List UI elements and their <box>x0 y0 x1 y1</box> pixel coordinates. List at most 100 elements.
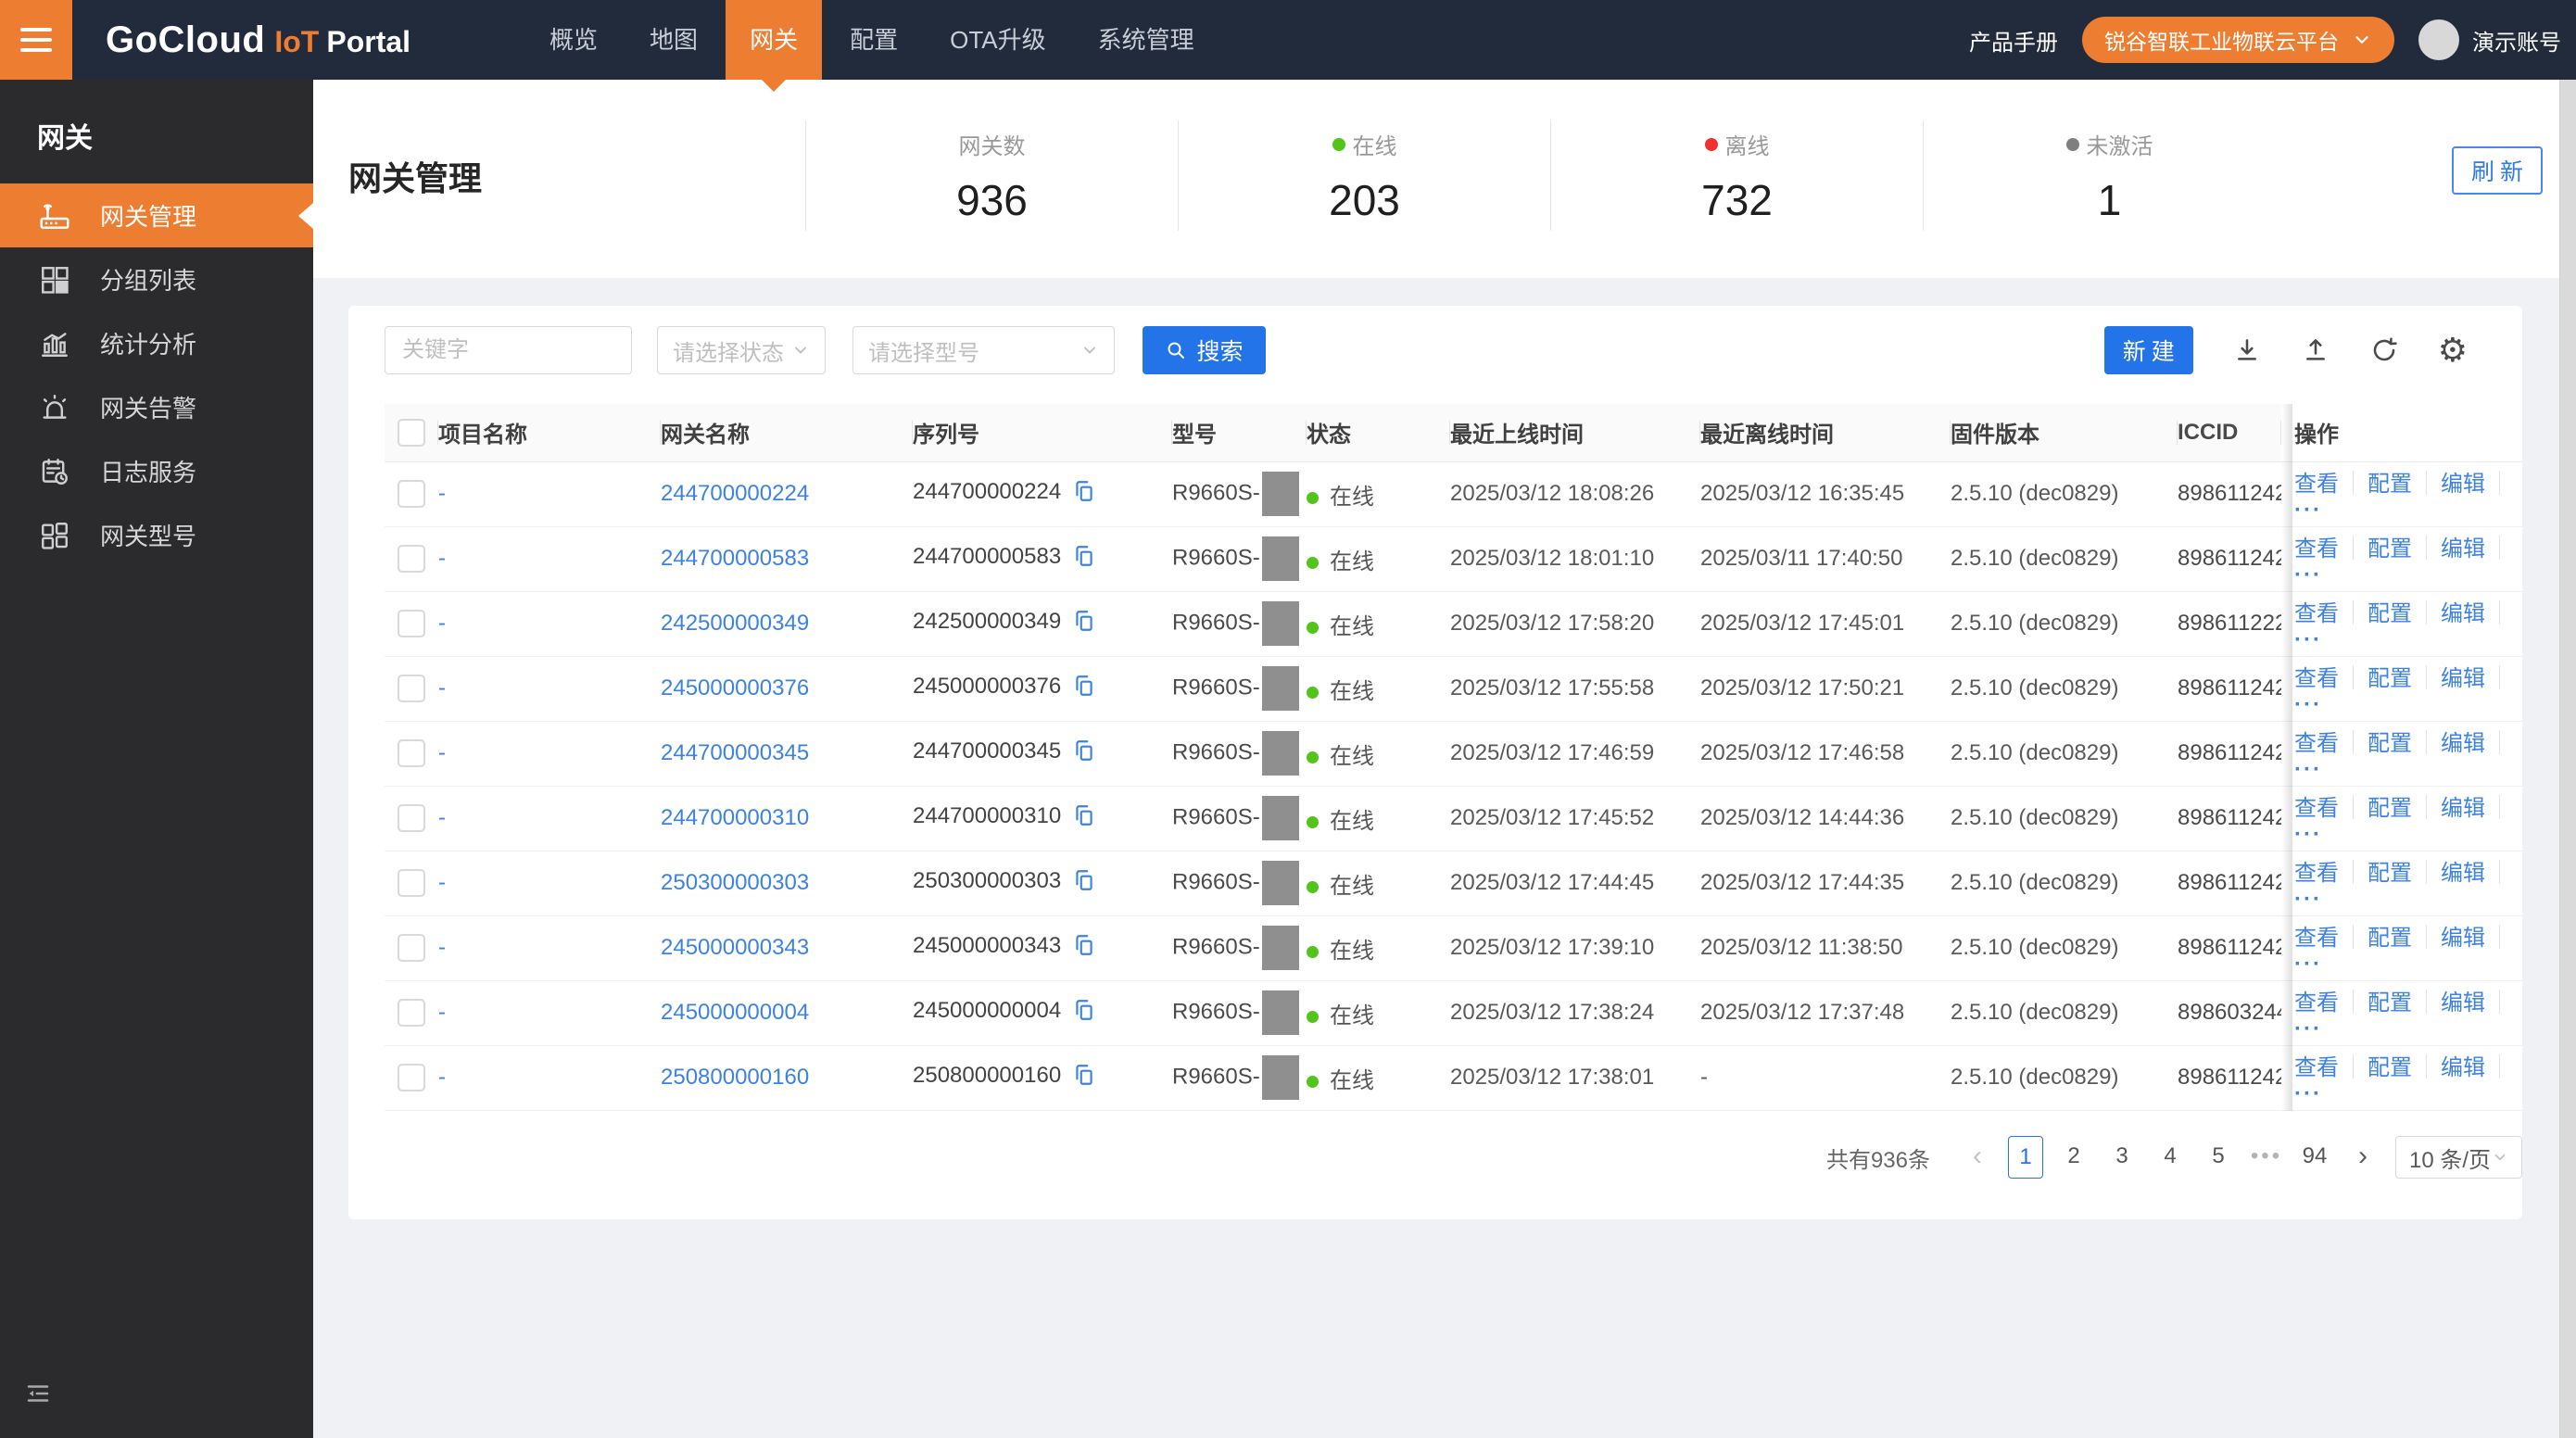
project-name-link[interactable]: - <box>438 805 446 830</box>
sidebar-item-statistics[interactable]: 统计分析 <box>0 311 313 375</box>
more-actions-icon[interactable]: ··· <box>2294 757 2322 782</box>
nav-item-gateway[interactable]: 网关 <box>726 0 823 92</box>
copy-icon[interactable] <box>1072 998 1096 1028</box>
config-action[interactable]: 配置 <box>2368 731 2412 756</box>
config-action[interactable]: 配置 <box>2368 926 2412 951</box>
row-checkbox[interactable] <box>398 999 425 1027</box>
gateway-name-link[interactable]: 245000000376 <box>661 675 809 700</box>
edit-action[interactable]: 编辑 <box>2441 926 2485 951</box>
copy-icon[interactable] <box>1072 868 1096 899</box>
more-actions-icon[interactable]: ··· <box>2294 822 2322 847</box>
page-button-4[interactable]: 4 <box>2153 1136 2188 1179</box>
gateway-name-link[interactable]: 244700000583 <box>661 546 809 571</box>
reload-icon[interactable] <box>2369 335 2399 365</box>
row-checkbox[interactable] <box>398 804 425 832</box>
project-name-link[interactable]: - <box>438 740 446 765</box>
config-action[interactable]: 配置 <box>2368 666 2412 691</box>
gateway-name-link[interactable]: 245000000004 <box>661 1000 809 1025</box>
more-actions-icon[interactable]: ··· <box>2294 1081 2322 1106</box>
nav-item-ota[interactable]: OTA升级 <box>926 0 1070 80</box>
copy-icon[interactable] <box>1072 803 1096 834</box>
prev-page-button[interactable]: ‹ <box>1960 1136 1995 1179</box>
sidebar-item-gateway-model[interactable]: 网关型号 <box>0 503 313 567</box>
edit-action[interactable]: 编辑 <box>2441 601 2485 626</box>
edit-action[interactable]: 编辑 <box>2441 731 2485 756</box>
project-name-link[interactable]: - <box>438 481 446 506</box>
page-ellipsis[interactable]: ••• <box>2249 1136 2284 1179</box>
row-checkbox[interactable] <box>398 545 425 573</box>
edit-action[interactable]: 编辑 <box>2441 796 2485 821</box>
gateway-name-link[interactable]: 245000000343 <box>661 935 809 960</box>
window-scrollbar[interactable] <box>2559 80 2576 1438</box>
gateway-name-link[interactable]: 244700000310 <box>661 805 809 830</box>
create-button[interactable]: 新建 <box>2103 326 2193 374</box>
config-action[interactable]: 配置 <box>2368 536 2412 561</box>
view-action[interactable]: 查看 <box>2294 861 2339 886</box>
project-name-link[interactable]: - <box>438 1065 446 1090</box>
select-all-checkbox[interactable] <box>398 418 425 447</box>
page-button-2[interactable]: 2 <box>2056 1136 2091 1179</box>
copy-icon[interactable] <box>1072 738 1096 769</box>
view-action[interactable]: 查看 <box>2294 666 2339 691</box>
view-action[interactable]: 查看 <box>2294 926 2339 951</box>
copy-icon[interactable] <box>1072 1063 1096 1093</box>
copy-icon[interactable] <box>1072 479 1096 510</box>
nav-item-config[interactable]: 配置 <box>826 0 922 80</box>
model-select[interactable]: 请选择型号 <box>852 326 1115 374</box>
upload-icon[interactable] <box>2301 335 2330 365</box>
copy-icon[interactable] <box>1072 609 1096 639</box>
view-action[interactable]: 查看 <box>2294 601 2339 626</box>
more-actions-icon[interactable]: ··· <box>2294 498 2322 523</box>
download-icon[interactable] <box>2232 335 2262 365</box>
view-action[interactable]: 查看 <box>2294 796 2339 821</box>
config-action[interactable]: 配置 <box>2368 601 2412 626</box>
view-action[interactable]: 查看 <box>2294 731 2339 756</box>
edit-action[interactable]: 编辑 <box>2441 1055 2485 1080</box>
page-button-5[interactable]: 5 <box>2201 1136 2236 1179</box>
page-size-select[interactable]: 10 条/页 <box>2395 1136 2522 1179</box>
config-action[interactable]: 配置 <box>2368 796 2412 821</box>
edit-action[interactable]: 编辑 <box>2441 990 2485 1015</box>
edit-action[interactable]: 编辑 <box>2441 666 2485 691</box>
page-button-3[interactable]: 3 <box>2104 1136 2140 1179</box>
copy-icon[interactable] <box>1072 674 1096 704</box>
search-button[interactable]: 搜索 <box>1143 326 1266 374</box>
view-action[interactable]: 查看 <box>2294 472 2339 497</box>
config-action[interactable]: 配置 <box>2368 990 2412 1015</box>
nav-item-system[interactable]: 系统管理 <box>1074 0 1219 80</box>
sidebar-item-gateway-alarm[interactable]: 网关告警 <box>0 375 313 439</box>
tenant-selector[interactable]: 锐谷智联工业物联云平台 <box>2082 17 2394 63</box>
gateway-name-link[interactable]: 244700000345 <box>661 740 809 765</box>
more-actions-icon[interactable]: ··· <box>2294 887 2322 912</box>
refresh-button[interactable]: 刷新 <box>2452 146 2543 195</box>
gear-icon[interactable]: ⚙ <box>2438 334 2468 367</box>
more-actions-icon[interactable]: ··· <box>2294 627 2322 652</box>
project-name-link[interactable]: - <box>438 611 446 636</box>
project-name-link[interactable]: - <box>438 546 446 571</box>
sidebar-item-log-service[interactable]: 日志服务 <box>0 439 313 503</box>
row-checkbox[interactable] <box>398 869 425 897</box>
nav-item-map[interactable]: 地图 <box>625 0 722 80</box>
gateway-name-link[interactable]: 244700000224 <box>661 481 809 506</box>
project-name-link[interactable]: - <box>438 870 446 895</box>
account-name[interactable]: 演示账号 <box>2472 24 2561 57</box>
view-action[interactable]: 查看 <box>2294 990 2339 1015</box>
sidebar-item-gateway-manage[interactable]: 网关管理 <box>0 183 313 247</box>
config-action[interactable]: 配置 <box>2368 1055 2412 1080</box>
keyword-input[interactable] <box>385 326 632 374</box>
product-manual-link[interactable]: 产品手册 <box>1969 24 2058 57</box>
row-checkbox[interactable] <box>398 739 425 767</box>
view-action[interactable]: 查看 <box>2294 536 2339 561</box>
gateway-name-link[interactable]: 250800000160 <box>661 1065 809 1090</box>
gateway-name-link[interactable]: 250300000303 <box>661 870 809 895</box>
gateway-name-link[interactable]: 242500000349 <box>661 611 809 636</box>
more-actions-icon[interactable]: ··· <box>2294 1016 2322 1041</box>
row-checkbox[interactable] <box>398 610 425 637</box>
sidebar-collapse-button[interactable] <box>24 1380 52 1412</box>
status-select[interactable]: 请选择状态 <box>657 326 826 374</box>
more-actions-icon[interactable]: ··· <box>2294 952 2322 977</box>
row-checkbox[interactable] <box>398 934 425 962</box>
row-checkbox[interactable] <box>398 480 425 508</box>
edit-action[interactable]: 编辑 <box>2441 536 2485 561</box>
avatar[interactable] <box>2418 19 2459 60</box>
